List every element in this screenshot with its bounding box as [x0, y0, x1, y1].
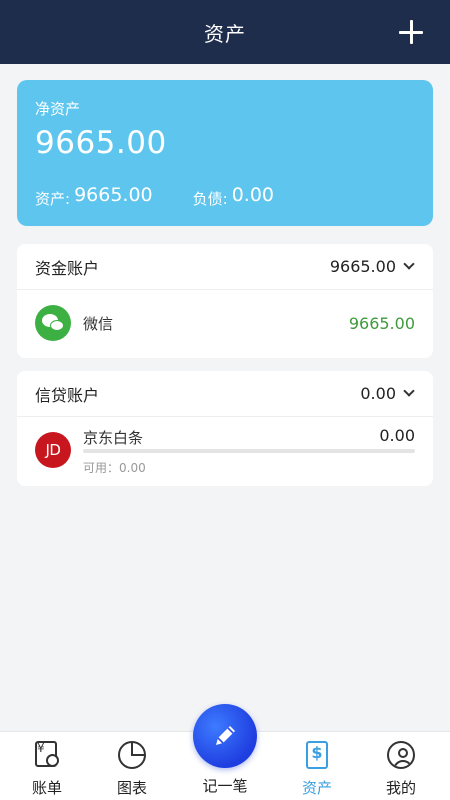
list-item[interactable]: JD 京东白条 0.00 可用：0.00: [17, 417, 433, 483]
tab-label: 账单: [31, 779, 62, 797]
account-name: 微信: [83, 314, 114, 333]
debt-value: 0.00: [231, 184, 275, 206]
plus-icon[interactable]: [396, 17, 426, 47]
chevron-down-icon: [403, 384, 415, 397]
credit-item-body: 京东白条 0.00 可用：0.00: [83, 417, 415, 483]
net-assets-value: 9665.00: [35, 125, 167, 161]
fund-accounts-section: 资金账户 9665.00 微信 9665.00: [17, 244, 433, 358]
fund-accounts-header[interactable]: 资金账户 9665.00: [17, 244, 433, 290]
account-amount: 9665.00: [348, 313, 415, 333]
pen-icon: [216, 726, 235, 745]
top-bar: 资产: [0, 0, 450, 64]
tab-label: 图表: [116, 779, 147, 797]
assets-debt-row: 资产: 9665.00 负债: 0.00: [35, 184, 275, 208]
credit-accounts-total-wrap: 0.00: [360, 384, 415, 403]
fund-accounts-total: 9665.00: [329, 257, 396, 276]
credit-name: 京东白条: [83, 429, 144, 447]
assets-group: 资产: 9665.00: [35, 184, 153, 208]
asset-icon: $: [301, 739, 333, 771]
chevron-down-icon: [403, 257, 415, 270]
debt-group: 负债: 0.00: [192, 184, 275, 208]
credit-progress-bar: [83, 449, 415, 453]
credit-accounts-section: 信贷账户 0.00 JD 京东白条 0.00 可用：0.00: [17, 371, 433, 486]
tab-label: 资产: [301, 779, 332, 797]
debt-label: 负债:: [192, 190, 228, 208]
credit-accounts-title: 信贷账户: [35, 385, 100, 405]
fund-accounts-total-wrap: 9665.00: [329, 257, 415, 276]
page-title: 资产: [204, 21, 246, 46]
add-record-label[interactable]: 记一笔: [180, 775, 270, 796]
assets-label: 资产:: [35, 190, 71, 208]
wechat-icon: [35, 305, 71, 341]
tab-chart[interactable]: 图表: [87, 732, 177, 800]
tab-me[interactable]: 我的: [356, 732, 446, 800]
bill-icon: ¥: [31, 739, 63, 771]
tab-assets[interactable]: $ 资产: [272, 732, 362, 800]
add-record-button[interactable]: [193, 704, 257, 768]
list-item[interactable]: 微信 9665.00: [17, 290, 433, 356]
tab-bill[interactable]: ¥ 账单: [2, 732, 92, 800]
credit-accounts-header[interactable]: 信贷账户 0.00: [17, 371, 433, 417]
fund-accounts-title: 资金账户: [35, 258, 100, 278]
credit-accounts-total: 0.00: [360, 384, 396, 403]
tab-label: 我的: [385, 779, 416, 797]
chart-icon: [116, 739, 148, 771]
profile-icon: [385, 739, 417, 771]
net-assets-card: 净资产 9665.00 资产: 9665.00 负债: 0.00: [17, 80, 433, 226]
credit-amount: 0.00: [379, 426, 415, 445]
jd-logo-icon: JD: [35, 432, 71, 468]
credit-available: 可用：0.00: [83, 461, 146, 475]
assets-value: 9665.00: [74, 184, 153, 206]
net-assets-label: 净资产: [35, 100, 81, 118]
